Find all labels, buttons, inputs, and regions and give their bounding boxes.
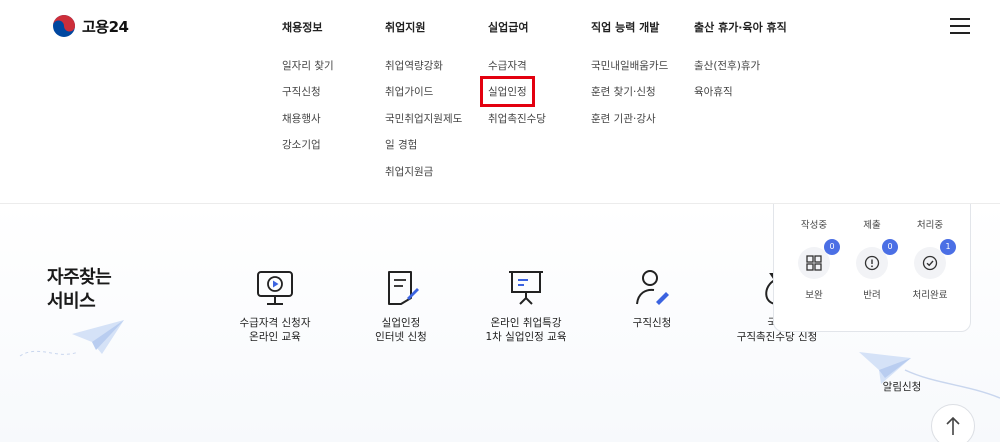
menu-item-job-application[interactable]: 구직신청 — [282, 84, 321, 99]
menu-item-training-institutions[interactable]: 훈련 기관·강사 — [591, 111, 656, 126]
alert-circle-icon — [864, 255, 880, 271]
service-unemployment-internet[interactable]: 실업인정 인터넷 신청 — [331, 268, 471, 344]
count-badge: 0 — [882, 239, 898, 255]
status-rejected[interactable]: 0 반려 — [844, 239, 900, 301]
menu-item-subsidy[interactable]: 취업지원금 — [385, 164, 433, 179]
status-completed[interactable]: 1 처리완료 — [902, 239, 958, 301]
service-label-line2: 인터넷 신청 — [375, 331, 427, 343]
hamburger-menu-icon[interactable] — [950, 18, 970, 34]
service-online-lecture[interactable]: 온라인 취업특강 1차 실업인정 교육 — [456, 268, 596, 344]
menu-item-learning-card[interactable]: 국민내일배움카드 — [591, 58, 668, 73]
service-benefit-online-education[interactable]: 수급자격 신청자 온라인 교육 — [205, 268, 345, 344]
check-circle-icon — [922, 255, 938, 271]
menu-item-eligibility[interactable]: 수급자격 — [488, 58, 527, 73]
header: 고용24 채용정보 일자리 찾기 구직신청 채용행사 강소기업 취업지원 취업역… — [0, 0, 1000, 204]
arrow-up-icon — [946, 416, 960, 435]
menu-item-childcare-leave[interactable]: 육아휴직 — [694, 84, 733, 99]
status-drafting[interactable]: 작성중 — [786, 217, 842, 231]
status-processing[interactable]: 처리중 — [902, 217, 958, 231]
service-label-line2: 온라인 교육 — [249, 331, 301, 343]
menu-item-promotion-allowance[interactable]: 취업촉진수당 — [488, 111, 546, 126]
service-label-line1: 온라인 취업특강 — [490, 317, 562, 329]
menu-item-training-search[interactable]: 훈련 찾기·신청 — [591, 84, 656, 99]
paper-plane-icon — [859, 352, 1000, 399]
menu-title-recruit[interactable]: 채용정보 — [282, 19, 322, 35]
menu-item-guide[interactable]: 취업가이드 — [385, 84, 433, 99]
count-badge: 1 — [940, 239, 956, 255]
logo-text: 고용24 — [82, 17, 129, 36]
menu-title-parental-leave[interactable]: 출산 휴가·육아 휴직 — [694, 19, 787, 35]
grid-icon — [806, 255, 822, 271]
menu-item-national-support[interactable]: 국민취업지원제도 — [385, 111, 462, 126]
status-submitted[interactable]: 제출 — [844, 217, 900, 231]
menu-item-small-giants[interactable]: 강소기업 — [282, 137, 321, 152]
monitor-play-icon — [257, 271, 293, 305]
presentation-board-icon — [509, 271, 543, 305]
paper-plane-icon — [19, 320, 124, 357]
service-label-line1: 수급자격 신청자 — [239, 317, 311, 329]
taegeuk-logo-icon — [53, 15, 75, 37]
status-supplement[interactable]: 0 보완 — [786, 239, 842, 301]
application-status-panel: 작성중 제출 처리중 0 보완 0 반려 1 처리완료 — [773, 190, 971, 332]
service-label-line1: 실업인정 — [381, 317, 421, 329]
menu-title-vocational-training[interactable]: 직업 능력 개발 — [591, 19, 659, 35]
service-label-line2: 구직촉진수당 신청 — [736, 331, 818, 343]
logo[interactable]: 고용24 — [52, 14, 129, 38]
person-pen-icon — [636, 270, 669, 305]
menu-item-job-search[interactable]: 일자리 찾기 — [282, 58, 334, 73]
favorites-title: 자주찾는 서비스 — [47, 267, 112, 312]
scroll-to-top-button[interactable] — [931, 404, 975, 442]
document-pen-icon — [388, 271, 419, 305]
service-job-application[interactable]: 구직신청 — [582, 268, 722, 330]
menu-item-work-experience[interactable]: 일 경험 — [385, 137, 417, 152]
menu-item-capability[interactable]: 취업역량강화 — [385, 58, 443, 73]
service-label-line1: 구직신청 — [632, 317, 672, 329]
menu-item-recruit-events[interactable]: 채용행사 — [282, 111, 321, 126]
service-label-line2: 1차 실업인정 교육 — [485, 331, 567, 343]
menu-item-maternity-leave[interactable]: 출산(전후)휴가 — [694, 58, 760, 73]
menu-title-employment-support[interactable]: 취업지원 — [385, 19, 425, 35]
menu-title-unemployment-benefit[interactable]: 실업급여 — [488, 19, 528, 35]
count-badge: 0 — [824, 239, 840, 255]
menu-item-unemployment-recognition[interactable]: 실업인정 — [480, 76, 535, 107]
